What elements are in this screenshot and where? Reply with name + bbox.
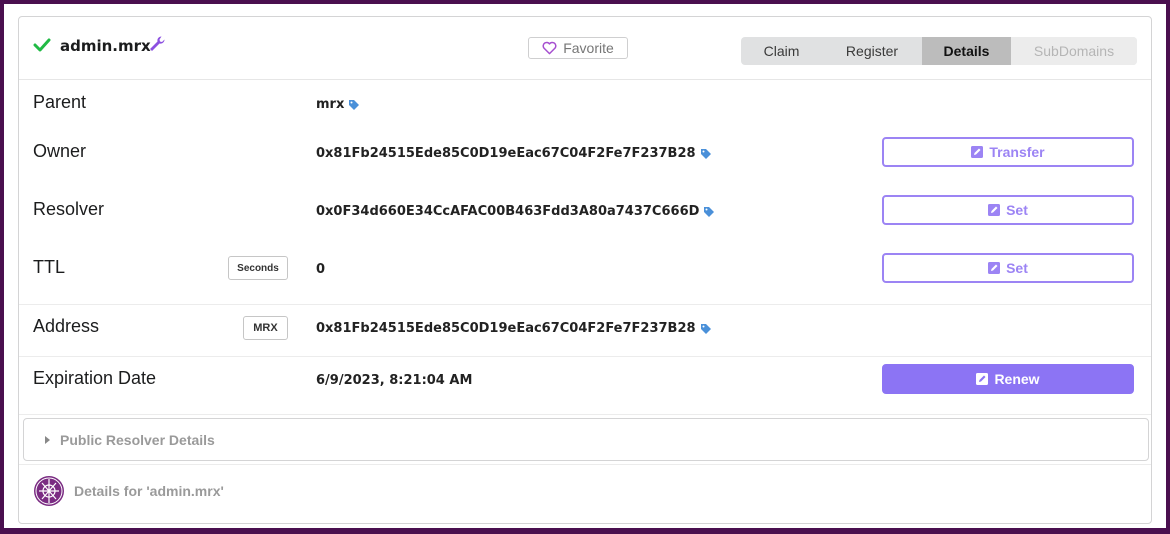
parent-value-text[interactable]: mrx (316, 97, 344, 112)
owner-address[interactable]: 0x81Fb24515Ede85C0D19eEac67C04F2Fe7F237B… (316, 146, 696, 161)
transfer-label: Transfer (989, 144, 1045, 160)
details-card: admin.mrx Favorite Claim Register Detail… (18, 16, 1152, 524)
address-value: 0x81Fb24515Ede85C0D19eEac67C04F2Fe7F237B… (316, 321, 712, 336)
ttl-value-text: 0 (316, 262, 326, 277)
heart-icon (542, 41, 557, 55)
resolver-address[interactable]: 0x0F34d660E34CcAFAC00B463Fdd3A80a7437C66… (316, 204, 699, 219)
expiration-date: 6/9/2023, 8:21:04 AM (316, 373, 473, 388)
set-ttl-button[interactable]: Set (882, 253, 1134, 283)
tag-icon[interactable] (700, 148, 712, 160)
footer-text: Details for 'admin.mrx' (74, 483, 224, 499)
parent-value: mrx (316, 97, 360, 112)
transfer-button[interactable]: Transfer (882, 137, 1134, 167)
address-label: Address (33, 316, 100, 336)
tab-register[interactable]: Register (822, 37, 922, 65)
expiration-label: Expiration Date (33, 368, 157, 388)
tab-claim[interactable]: Claim (741, 37, 822, 65)
ttl-label: TTL (33, 257, 66, 277)
favorite-label: Favorite (563, 40, 614, 56)
domain-name: admin.mrx (60, 37, 151, 55)
wrench-icon[interactable] (148, 35, 166, 53)
owner-value: 0x81Fb24515Ede85C0D19eEac67C04F2Fe7F237B… (316, 146, 712, 161)
parent-label: Parent (33, 92, 87, 112)
set-resolver-label: Set (1006, 202, 1028, 218)
set-ttl-label: Set (1006, 260, 1028, 276)
tag-icon[interactable] (348, 99, 360, 111)
set-resolver-button[interactable]: Set (882, 195, 1134, 225)
tag-icon[interactable] (700, 323, 712, 335)
favorite-button[interactable]: Favorite (528, 37, 628, 59)
divider (19, 414, 1151, 415)
resolver-label: Resolver (33, 199, 105, 219)
renew-label: Renew (994, 371, 1040, 387)
ttl-unit-button[interactable]: Seconds (228, 256, 288, 280)
divider (19, 304, 1151, 305)
caret-right-icon (45, 435, 50, 444)
renew-button[interactable]: Renew (882, 364, 1134, 394)
page-frame: admin.mrx Favorite Claim Register Detail… (4, 4, 1166, 528)
check-icon (33, 38, 51, 52)
ttl-value: 0 (316, 262, 325, 277)
tab-bar: Claim Register Details SubDomains (741, 37, 1137, 65)
coin-type-button[interactable]: MRX (243, 316, 288, 340)
edit-icon (988, 262, 1001, 274)
tag-icon[interactable] (703, 206, 715, 218)
divider (19, 464, 1151, 465)
tab-subdomains: SubDomains (1011, 37, 1137, 65)
accordion-title: Public Resolver Details (60, 431, 215, 448)
tab-details[interactable]: Details (922, 37, 1011, 65)
expiration-value: 6/9/2023, 8:21:04 AM (316, 373, 472, 388)
card-header: admin.mrx Favorite Claim Register Detail… (19, 17, 1151, 80)
address-text[interactable]: 0x81Fb24515Ede85C0D19eEac67C04F2Fe7F237B… (316, 321, 696, 336)
logo-icon (34, 476, 64, 506)
edit-icon (988, 204, 1001, 216)
divider (19, 356, 1151, 357)
edit-icon (976, 373, 989, 385)
resolver-value: 0x0F34d660E34CcAFAC00B463Fdd3A80a7437C66… (316, 204, 715, 219)
public-resolver-accordion[interactable]: Public Resolver Details (23, 418, 1149, 461)
owner-label: Owner (33, 141, 87, 161)
edit-icon (971, 146, 984, 158)
